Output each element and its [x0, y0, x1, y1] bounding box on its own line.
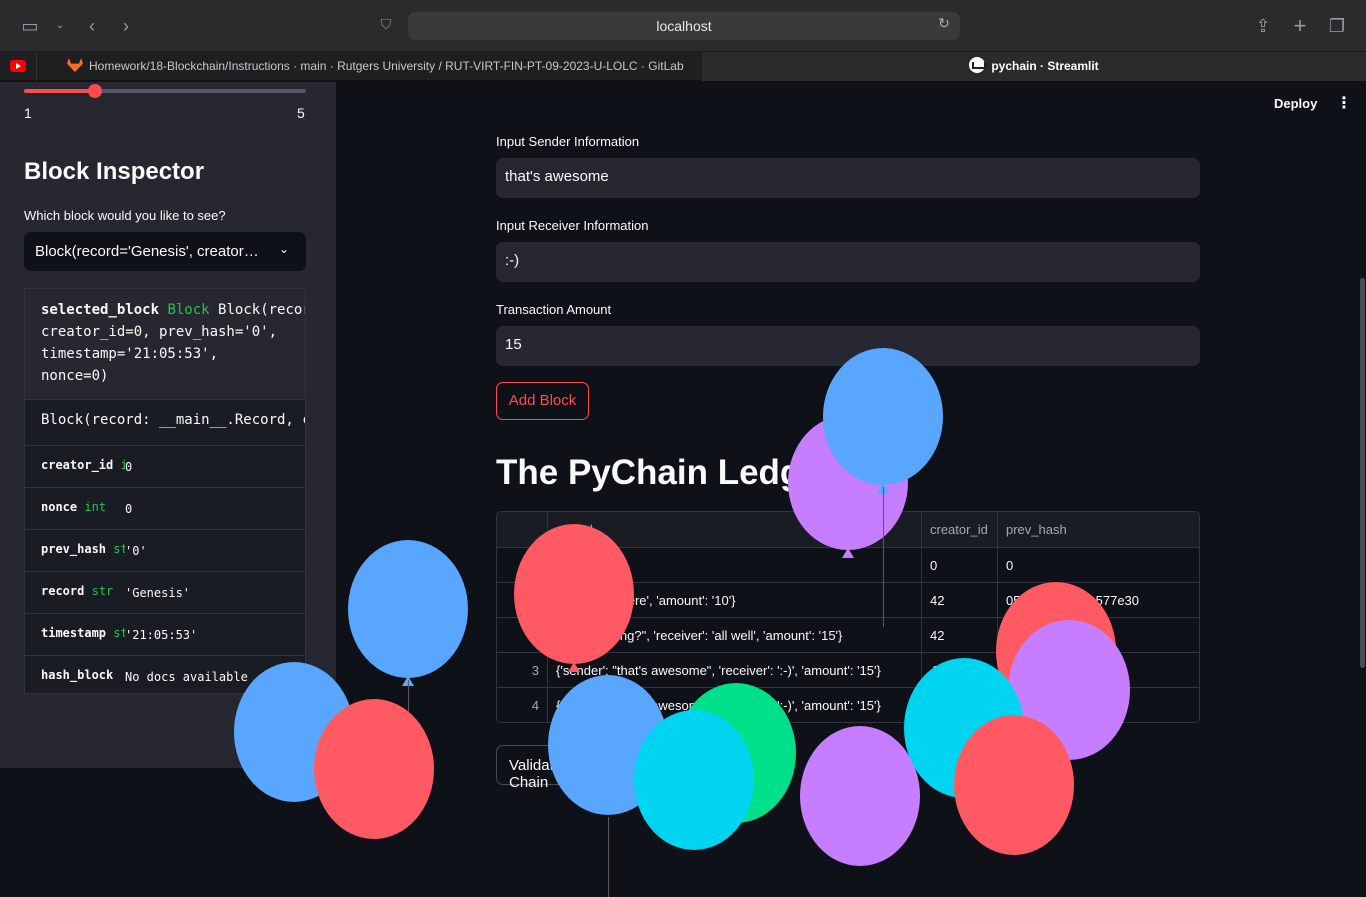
help-type: Block [167, 302, 210, 318]
help-signature-rest: creator_id=0, prev_hash='0', timestamp='… [41, 324, 278, 384]
help-name: selected_block [41, 302, 160, 318]
block-select-label: Which block would you like to see? [24, 208, 226, 223]
sender-label: Input Sender Information [496, 134, 640, 149]
browser-toolbar: ▭ ⌄ ‹ › ⛉ localhost ↻ ⇪ + ❐ [0, 0, 1366, 52]
table-cell-index[interactable]: 3 [497, 653, 548, 688]
back-icon[interactable]: ‹ [80, 14, 104, 38]
deploy-button[interactable]: Deploy [1274, 96, 1317, 111]
help-signature-start: Block(record='Genesis', [218, 302, 306, 318]
slider-fill [24, 89, 95, 93]
help-row-value: '0' [125, 544, 147, 558]
slider-thumb[interactable] [87, 84, 102, 98]
tab-label: pychain · Streamlit [991, 59, 1099, 73]
chevron-down-icon[interactable]: ⌄ [48, 14, 72, 38]
slider-max-label: 5 [297, 105, 305, 121]
help-row-value: 'Genesis' [125, 586, 191, 600]
chevron-down-icon: ⌄ [278, 242, 290, 256]
ledger-title: The PyChain Ledger [496, 453, 835, 492]
balloon-icon [954, 715, 1074, 855]
slider-min-label: 1 [24, 105, 32, 121]
tab-pychain[interactable]: pychain · Streamlit [702, 52, 1366, 81]
help-row-key: creator_id [41, 458, 114, 472]
difficulty-slider[interactable] [24, 84, 306, 98]
table-cell-prev-hash[interactable]: 0 [998, 548, 1199, 583]
balloon-icon [823, 348, 943, 627]
share-icon[interactable]: ⇪ [1251, 14, 1275, 38]
column-header-prev-hash[interactable]: prev_hash [998, 512, 1199, 548]
help-row-key: record [41, 584, 85, 598]
help-row-value: 0 [125, 460, 133, 474]
streamlit-icon [969, 57, 987, 73]
help-row-key: hash_block [41, 668, 114, 682]
balloon-icon [800, 726, 920, 866]
balloon-icon [634, 710, 754, 850]
sidebar-toggle-icon[interactable]: ▭ [18, 14, 42, 38]
balloon-icon [348, 540, 468, 820]
receiver-label: Input Receiver Information [496, 218, 649, 233]
balloon-icon [314, 699, 434, 839]
help-row: creator_id int 0 [25, 445, 305, 487]
help-row-type: int [84, 500, 107, 514]
table-cell-creator-id[interactable]: 42 [922, 583, 998, 618]
help-row-key: prev_hash [41, 542, 107, 556]
help-row-key: timestamp [41, 626, 107, 640]
amount-label: Transaction Amount [496, 302, 612, 317]
help-row-value: 0 [125, 502, 133, 516]
help-row-type: str [113, 626, 125, 640]
table-cell-index[interactable]: 4 [497, 688, 548, 722]
address-bar[interactable]: ⛉ localhost ↻ [381, 12, 960, 40]
balloon-icon [514, 524, 634, 672]
help-row: timestamp str '21:05:53' [25, 613, 305, 655]
help-row: nonce int 0 [25, 487, 305, 529]
gitlab-icon [67, 58, 83, 72]
help-docstring: Block(record: __main__.Record, creator_i… [25, 399, 305, 445]
url-text: localhost [656, 18, 712, 34]
block-select[interactable]: Block(record='Genesis', creator_id=0, pr… [24, 232, 306, 271]
help-row-key: nonce [41, 500, 78, 514]
help-row-value: No docs available [125, 670, 248, 684]
youtube-pinned-tab-icon[interactable] [10, 60, 26, 72]
tab-bar: Homework/18-Blockchain/Instructions · ma… [0, 52, 1366, 81]
block-help-panel: selected_block Block Block(record='Genes… [24, 288, 306, 694]
main-scrollbar[interactable] [1360, 278, 1365, 668]
help-row: record str 'Genesis' [25, 571, 305, 613]
tab-label: Homework/18-Blockchain/Instructions · ma… [89, 59, 684, 73]
tab-gitlab[interactable]: Homework/18-Blockchain/Instructions · ma… [36, 52, 702, 81]
table-cell-creator-id[interactable]: 0 [922, 548, 998, 583]
new-tab-icon[interactable]: + [1288, 14, 1312, 38]
tab-overview-icon[interactable]: ❐ [1325, 14, 1349, 38]
add-block-button[interactable]: Add Block [496, 382, 589, 420]
help-row-value: '21:05:53' [125, 628, 198, 642]
sender-input[interactable]: that's awesome [496, 158, 1200, 198]
help-row-type: str [113, 542, 125, 556]
column-header-creator-id[interactable]: creator_id [922, 512, 998, 548]
receiver-input[interactable]: :-) [496, 242, 1200, 282]
reload-icon[interactable]: ↻ [934, 15, 954, 35]
table-cell-creator-id[interactable]: 42 [922, 618, 998, 653]
privacy-shield-icon[interactable]: ⛉ [376, 16, 396, 36]
help-row: prev_hash str '0' [25, 529, 305, 571]
help-signature: selected_block Block Block(record='Genes… [25, 289, 306, 399]
block-inspector-heading: Block Inspector [24, 158, 205, 185]
kebab-menu-icon[interactable]: ⋮ [1336, 95, 1352, 113]
forward-icon[interactable]: › [114, 14, 138, 38]
help-row-type: str [91, 584, 114, 598]
block-select-value: Block(record='Genesis', creator_id=0, pr… [35, 243, 265, 260]
